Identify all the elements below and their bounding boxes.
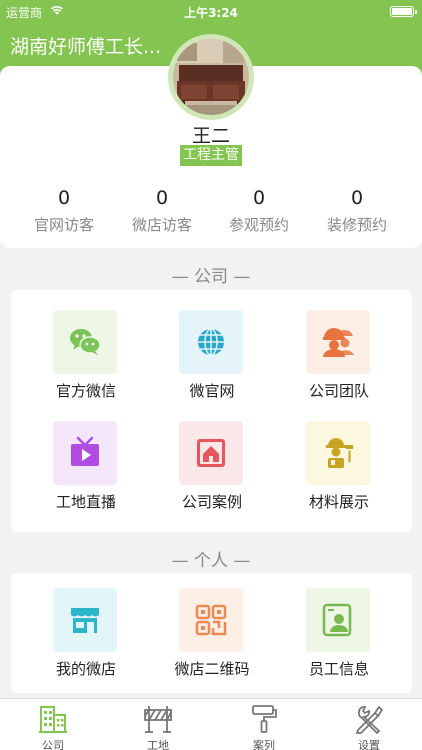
tile-icon-box [179, 421, 243, 485]
section-title-personal: — 个人 — [171, 551, 251, 571]
user-name: 王二 [191, 125, 230, 147]
tv-icon [71, 436, 99, 466]
team-icon [323, 328, 354, 357]
avatar[interactable] [173, 39, 249, 115]
wechat-icon [70, 329, 101, 355]
barrier-icon [144, 706, 172, 733]
section-title-company: — 公司 — [171, 267, 251, 287]
tile-icon-box [306, 421, 370, 485]
tile-icon-box [179, 310, 243, 374]
stat-value: 0 [155, 187, 169, 209]
company-card: 官方微信 微官网 公司团队 工地直播 公司案例 材料展示 [11, 290, 412, 532]
employee-icon [322, 603, 352, 637]
stat-website-visitors[interactable]: 0 官网访客 [9, 187, 119, 235]
tile-label: 员工信息 [308, 660, 369, 678]
stat-label: 官网访客 [33, 216, 94, 234]
status-bar: 运营商 上午3:24 [0, 0, 422, 24]
stat-renovation-appointments[interactable]: 0 装修预约 [302, 187, 412, 235]
paint-roller-icon [252, 705, 277, 733]
tile-label: 公司团队 [308, 382, 369, 400]
tile-label: 工地直播 [55, 493, 116, 511]
tile-icon-box [53, 310, 117, 374]
tab-label: 公司 [42, 739, 64, 750]
tile-label: 公司案例 [181, 493, 242, 511]
tile-label: 微官网 [189, 382, 235, 400]
tile-icon-box [179, 588, 243, 652]
tab-label: 工地 [147, 739, 169, 750]
stat-value: 0 [252, 187, 266, 209]
house-icon [197, 439, 225, 467]
stat-value: 0 [350, 187, 364, 209]
stat-value: 0 [57, 187, 71, 209]
personal-card: 我的微店 微店二维码 员工信息 [11, 573, 412, 693]
tab-bar: 公司 工地 案列 设置 [0, 698, 422, 750]
stat-label: 微店访客 [131, 216, 192, 234]
globe-icon [198, 328, 224, 356]
page-title: 湖南好师傅工长... [10, 36, 162, 58]
tile-label: 微店二维码 [174, 660, 250, 678]
stat-label: 装修预约 [326, 216, 387, 234]
tab-label: 设置 [358, 739, 380, 750]
stat-label: 参观预约 [228, 216, 289, 234]
tile-label: 官方微信 [55, 382, 116, 400]
tile-label: 我的微店 [55, 660, 116, 678]
tile-icon-box [306, 588, 370, 652]
tab-worksite[interactable]: 工地 [105, 699, 211, 750]
tab-settings[interactable]: 设置 [316, 699, 422, 750]
avatar-photo-icon [173, 39, 249, 115]
stat-visit-appointments[interactable]: 0 参观预约 [204, 187, 314, 235]
battery-icon [390, 6, 417, 17]
tile-icon-box [306, 310, 370, 374]
role-badge: 工程主管 [180, 145, 242, 166]
clock: 上午3:24 [184, 6, 238, 20]
tile-icon-box [53, 588, 117, 652]
building-icon [39, 706, 67, 733]
worker-icon [326, 438, 353, 468]
tab-cases[interactable]: 案列 [211, 699, 317, 750]
shop-icon [71, 608, 99, 633]
stat-shop-visitors[interactable]: 0 微店访客 [107, 187, 217, 235]
tab-label: 案列 [253, 739, 275, 750]
tools-icon [355, 705, 383, 734]
tab-company[interactable]: 公司 [0, 699, 106, 750]
qrcode-icon [195, 604, 227, 636]
tile-icon-box [53, 421, 117, 485]
tile-label: 材料展示 [308, 493, 369, 511]
